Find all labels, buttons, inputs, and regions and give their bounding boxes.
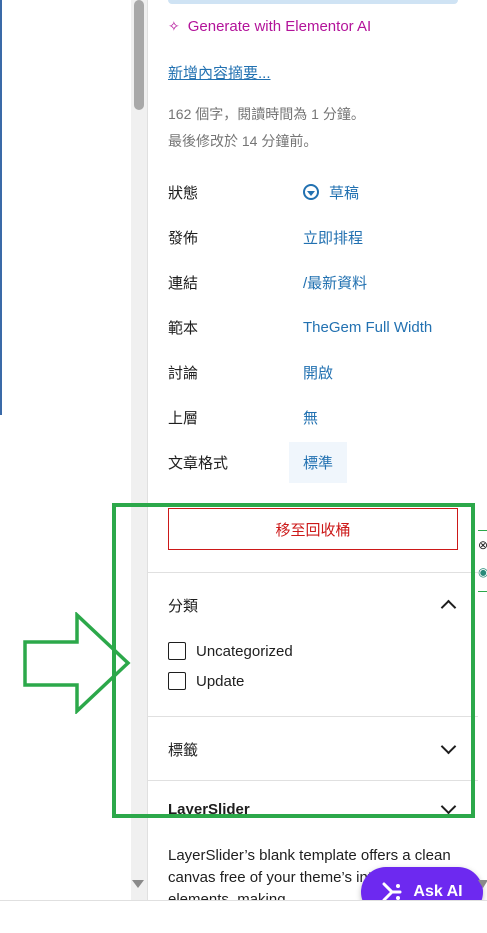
post-format-button[interactable]: 標準 [289,441,348,483]
generate-ai-label: Generate with Elementor AI [187,18,372,35]
publish-label: 發佈 [168,229,199,247]
featured-image-preview[interactable] [168,0,458,4]
post-format-label: 文章格式 [168,454,229,472]
sidebar-scroll-down-icon[interactable] [478,880,487,888]
scroll-down-arrow-icon[interactable] [132,880,144,888]
status-row: 狀態 草稿 [168,177,458,207]
template-row: 範本 TheGem Full Width [168,312,458,342]
template-value-button[interactable]: TheGem Full Width [303,319,432,336]
word-count-text: 162 個字，閱讀時間為 1 分鐘。 [168,106,365,122]
link-label: 連結 [168,274,199,292]
editor-scrollbar-thumb[interactable] [134,0,144,110]
status-value: 草稿 [329,184,360,202]
draft-status-icon [303,184,319,200]
add-excerpt-link[interactable]: 新增內容摘要... [168,62,271,83]
sparkle-icon: ✧ [168,18,180,34]
close-circle-icon[interactable]: ⊗ [478,538,487,552]
ask-ai-label: Ask AI [413,883,463,900]
discussion-row: 討論 開啟 [168,357,458,387]
generate-ai-button[interactable]: ✧ Generate with Elementor AI [168,18,371,35]
post-format-row: 文章格式 標準 [168,441,458,483]
template-label: 範本 [168,319,199,337]
annotation-highlight-box [112,503,475,818]
publish-value-button[interactable]: 立即排程 [303,227,363,248]
parent-value-button[interactable]: 無 [303,407,318,428]
status-label: 狀態 [168,184,199,202]
annotation-arrow-icon [23,612,131,714]
link-row: 連結 /最新資料 [168,267,458,297]
publish-row: 發佈 立即排程 [168,222,458,252]
last-modified-text: 最後修改於 14 分鐘前。 [168,133,318,149]
settings-circle-icon[interactable]: ◉ [478,565,487,579]
status-value-button[interactable]: 草稿 [303,182,359,203]
parent-label: 上層 [168,409,199,427]
discussion-label: 討論 [168,364,199,382]
bottom-status-bar [0,900,487,933]
left-content-edge [0,0,2,415]
parent-row: 上層 無 [168,402,458,432]
discussion-value-button[interactable]: 開啟 [303,362,333,383]
link-value-button[interactable]: /最新資料 [303,272,367,293]
